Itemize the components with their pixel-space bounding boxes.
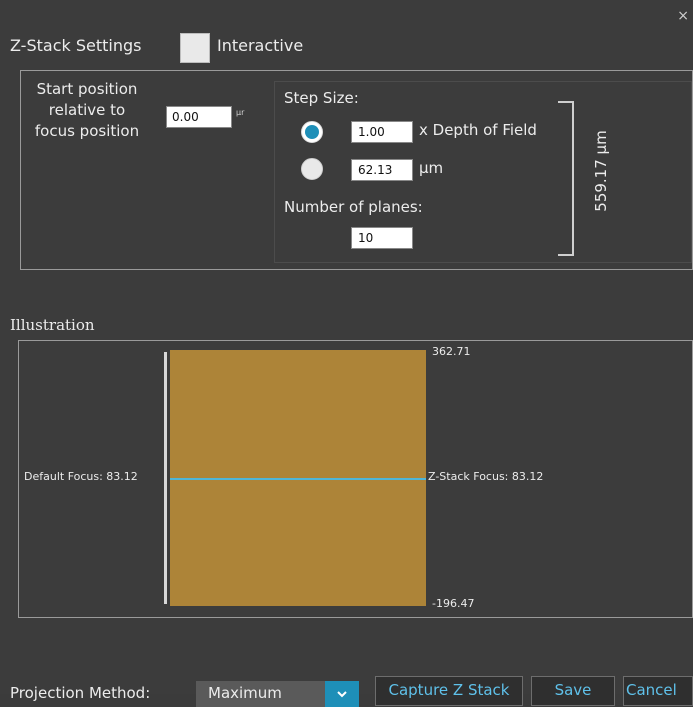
- dialog-title: Z-Stack Settings: [10, 36, 142, 55]
- projection-method-value: Maximum: [208, 684, 282, 702]
- chevron-down-icon: [337, 691, 347, 698]
- zstack-focus-line: [170, 478, 426, 480]
- step-size-panel: [274, 81, 692, 263]
- interactive-label: Interactive: [217, 36, 304, 55]
- save-button[interactable]: Save: [531, 676, 615, 706]
- micrometer-radio[interactable]: [301, 158, 323, 180]
- depth-of-field-input[interactable]: 1.00: [351, 121, 413, 143]
- zstack-settings-dialog: × Z-Stack Settings Interactive Start pos…: [0, 0, 693, 707]
- interactive-checkbox[interactable]: [180, 33, 210, 63]
- default-focus-axis: [164, 352, 167, 604]
- micrometer-input[interactable]: 62.13: [351, 159, 413, 181]
- micrometer-unit-label: µm: [419, 159, 444, 177]
- capture-z-stack-button[interactable]: Capture Z Stack: [375, 676, 523, 706]
- total-range-label: 559.17 µm: [592, 130, 610, 212]
- start-position-label: Start position relative to focus positio…: [34, 80, 140, 140]
- illustration-title: Illustration: [10, 316, 95, 334]
- start-position-unit: µr: [236, 108, 245, 117]
- projection-method-label: Projection Method:: [10, 684, 151, 702]
- depth-of-field-label: x Depth of Field: [419, 121, 537, 139]
- range-top-value: 362.71: [432, 345, 471, 358]
- dropdown-toggle[interactable]: [325, 681, 359, 707]
- number-of-planes-label: Number of planes:: [284, 198, 423, 216]
- default-focus-label: Default Focus: 83.12: [24, 470, 138, 483]
- close-icon[interactable]: ×: [677, 8, 689, 24]
- cancel-button[interactable]: Cancel: [623, 676, 693, 706]
- step-size-title: Step Size:: [284, 89, 359, 107]
- range-bracket: [558, 101, 574, 256]
- projection-method-select[interactable]: Maximum: [196, 681, 359, 707]
- depth-of-field-radio[interactable]: [301, 121, 323, 143]
- start-position-input[interactable]: 0.00: [166, 106, 232, 128]
- number-of-planes-input[interactable]: 10: [351, 227, 413, 249]
- range-bottom-value: -196.47: [432, 597, 475, 610]
- zstack-focus-label: Z-Stack Focus: 83.12: [428, 470, 544, 483]
